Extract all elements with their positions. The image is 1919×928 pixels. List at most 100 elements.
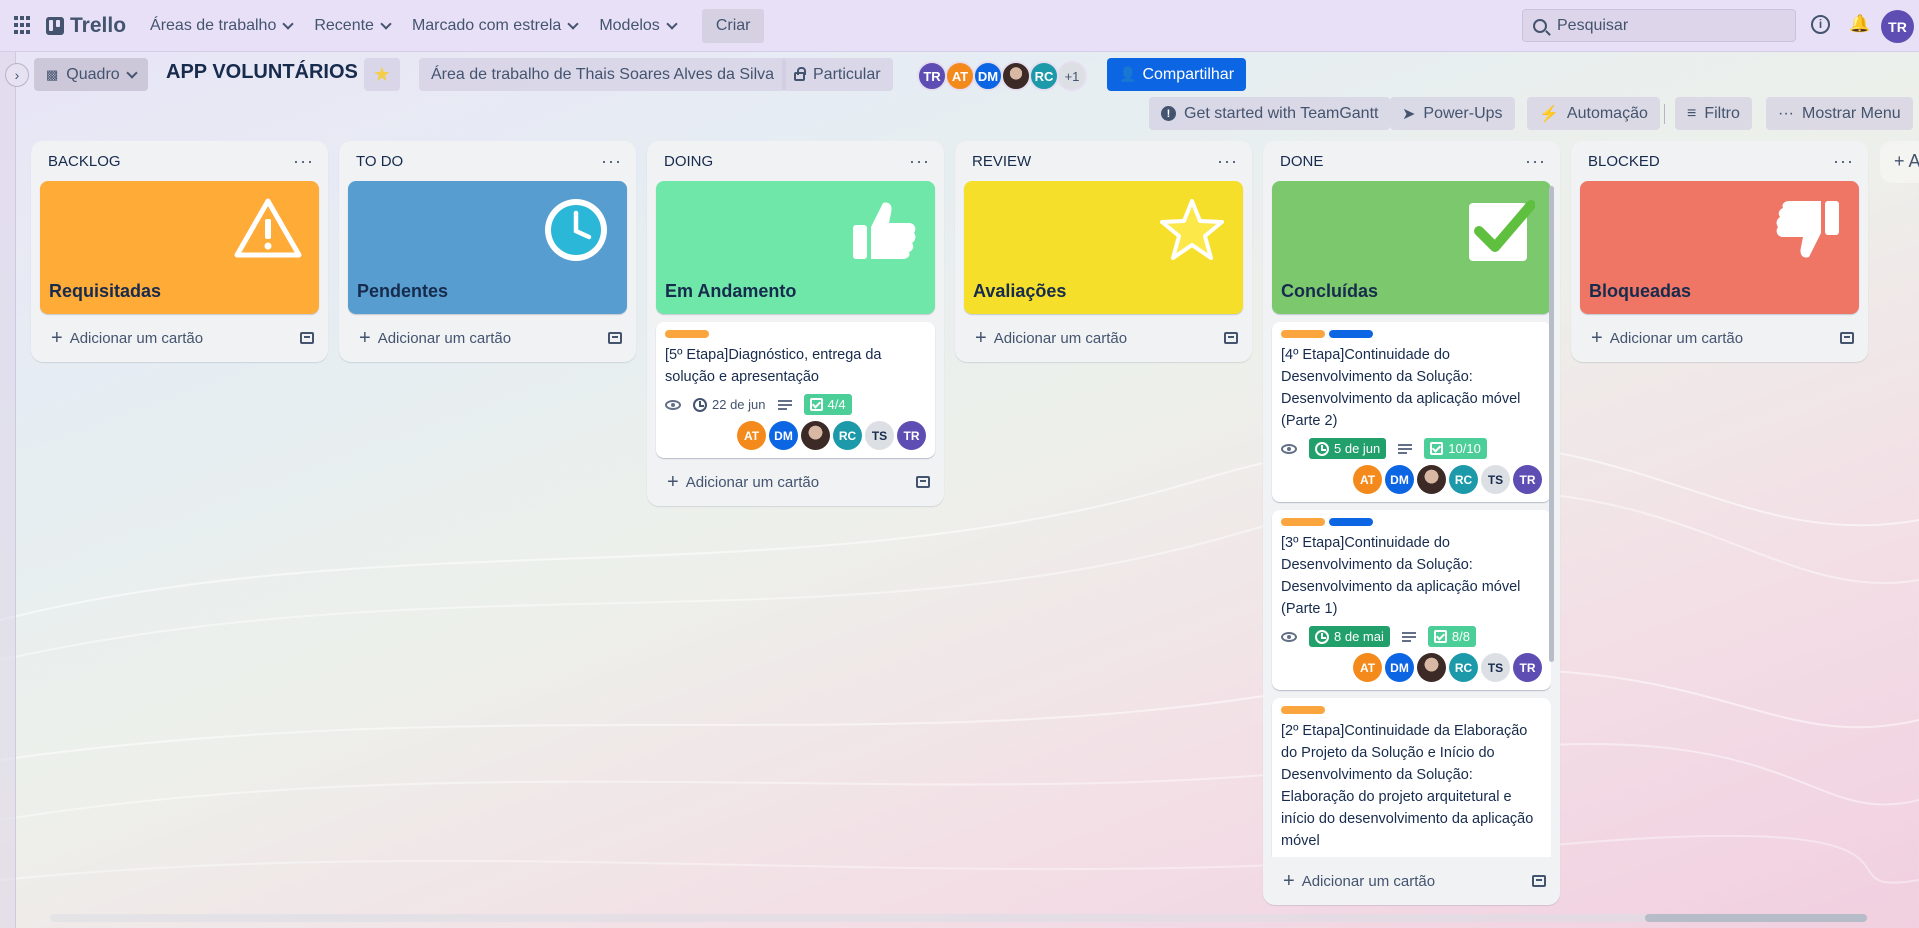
list-menu-icon[interactable]: ··· — [1217, 151, 1238, 172]
member-avatar[interactable]: DM — [1385, 653, 1414, 682]
card-template-icon[interactable] — [1840, 332, 1854, 344]
account-avatar[interactable]: TR — [1881, 10, 1914, 43]
workspace-button[interactable]: Área de trabalho de Thais Soares Alves d… — [419, 58, 787, 91]
task-card[interactable]: [4º Etapa]Continuidade do Desenvolviment… — [1272, 322, 1551, 502]
cover-card[interactable]: Bloqueadas — [1580, 181, 1859, 314]
member-avatar[interactable]: AT — [1353, 465, 1382, 494]
member-avatar[interactable]: RC — [1029, 61, 1059, 91]
card-labels[interactable] — [1281, 518, 1542, 526]
member-avatar[interactable]: TR — [917, 61, 947, 91]
member-avatar[interactable]: DM — [769, 421, 798, 450]
add-card-button[interactable]: + Adicionar um cartão — [955, 314, 1252, 362]
cover-card[interactable]: Pendentes — [348, 181, 627, 314]
cover-card[interactable]: Avaliações — [964, 181, 1243, 314]
add-card-button[interactable]: + Adicionar um cartão — [1263, 857, 1560, 905]
list-menu-icon[interactable]: ··· — [1525, 151, 1546, 172]
star-board-button[interactable]: ★ — [364, 58, 400, 91]
board-members[interactable]: TR AT DM RC +1 — [917, 61, 1087, 91]
visibility-label: Particular — [813, 65, 881, 83]
list-title[interactable]: REVIEW — [972, 153, 1031, 170]
task-card[interactable]: [5º Etapa]Diagnóstico, entrega da soluçã… — [656, 322, 935, 458]
member-avatar[interactable]: TS — [1481, 465, 1510, 494]
card-template-icon[interactable] — [916, 476, 930, 488]
nav-starred-menu[interactable]: Marcado com estrela — [412, 17, 579, 35]
label-orange[interactable] — [665, 330, 709, 338]
due-date-complete-badge[interactable]: 8 de mai — [1309, 626, 1390, 647]
board-title[interactable]: APP VOLUNTÁRIOS — [166, 61, 358, 84]
member-avatar[interactable]: AT — [1353, 653, 1382, 682]
list-title[interactable]: DOING — [664, 153, 713, 170]
list-title[interactable]: BACKLOG — [48, 153, 121, 170]
task-card[interactable]: [2º Etapa]Continuidade da Elaboração do … — [1272, 698, 1551, 857]
nav-recent-menu[interactable]: Recente — [314, 17, 392, 35]
filter-button[interactable]: ≡ Filtro — [1675, 97, 1752, 130]
member-photo-avatar[interactable] — [801, 421, 830, 450]
share-button[interactable]: 👤 Compartilhar — [1107, 58, 1247, 91]
more-members-badge[interactable]: +1 — [1057, 61, 1087, 91]
add-card-button[interactable]: + Adicionar um cartão — [647, 458, 944, 506]
teamgantt-button[interactable]: ! Get started with TeamGantt — [1149, 97, 1391, 130]
search-input[interactable]: Pesquisar — [1522, 9, 1796, 42]
automation-button[interactable]: ⚡ Automação — [1527, 97, 1660, 130]
member-avatar[interactable]: AT — [737, 421, 766, 450]
label-blue[interactable] — [1329, 330, 1373, 338]
notification-bell-icon[interactable]: 🔔 — [1849, 14, 1870, 34]
expand-sidebar-icon[interactable]: › — [5, 63, 29, 87]
cover-card[interactable]: Em Andamento — [656, 181, 935, 314]
member-avatar[interactable]: TS — [865, 421, 894, 450]
member-photo-avatar[interactable] — [1417, 465, 1446, 494]
power-ups-button[interactable]: ➤ Power-Ups — [1390, 97, 1515, 130]
member-avatar[interactable]: RC — [833, 421, 862, 450]
list-title[interactable]: BLOCKED — [1588, 153, 1660, 170]
nav-templates-menu[interactable]: Modelos — [599, 17, 678, 35]
card-labels[interactable] — [1281, 706, 1542, 714]
scrollbar-thumb[interactable] — [1645, 914, 1867, 922]
card-labels[interactable] — [1281, 330, 1542, 338]
info-icon[interactable]: i — [1811, 15, 1830, 34]
cover-card[interactable]: Requisitadas — [40, 181, 319, 314]
nav-workspaces-menu[interactable]: Áreas de trabalho — [150, 17, 295, 35]
add-card-button[interactable]: + Adicionar um cartão — [1571, 314, 1868, 362]
label-blue[interactable] — [1329, 518, 1373, 526]
list-title[interactable]: DONE — [1280, 153, 1323, 170]
card-template-icon[interactable] — [1224, 332, 1238, 344]
label-orange[interactable] — [1281, 518, 1325, 526]
board-view-switcher[interactable]: ▩ Quadro — [34, 58, 148, 91]
member-photo-avatar[interactable] — [1001, 61, 1031, 91]
create-button[interactable]: Criar — [701, 8, 765, 43]
member-avatar[interactable]: TR — [1513, 465, 1542, 494]
card-template-icon[interactable] — [300, 332, 314, 344]
member-avatar[interactable]: TR — [897, 421, 926, 450]
list-menu-icon[interactable]: ··· — [1833, 151, 1854, 172]
member-avatar[interactable]: RC — [1449, 465, 1478, 494]
show-menu-button[interactable]: ··· Mostrar Menu — [1766, 97, 1913, 130]
member-avatar[interactable]: TS — [1481, 653, 1510, 682]
list-cards-scroll-area[interactable]: Concluídas [4º Etapa]Continuidade do Des… — [1263, 181, 1551, 857]
trello-logo[interactable]: Trello — [46, 14, 126, 38]
list-title[interactable]: TO DO — [356, 153, 403, 170]
due-date-badge[interactable]: 22 de jun — [693, 397, 766, 412]
board-horizontal-scrollbar[interactable] — [50, 914, 1867, 922]
member-avatar[interactable]: RC — [1449, 653, 1478, 682]
member-avatar[interactable]: AT — [945, 61, 975, 91]
add-card-button[interactable]: + Adicionar um cartão — [339, 314, 636, 362]
visibility-button[interactable]: Particular — [782, 58, 893, 91]
list-menu-icon[interactable]: ··· — [293, 151, 314, 172]
cover-card[interactable]: Concluídas — [1272, 181, 1551, 314]
due-date-complete-badge[interactable]: 5 de jun — [1309, 438, 1387, 459]
add-card-button[interactable]: + Adicionar um cartão — [31, 314, 328, 362]
task-card[interactable]: [3º Etapa]Continuidade do Desenvolviment… — [1272, 510, 1551, 690]
card-labels[interactable] — [665, 330, 926, 338]
card-template-icon[interactable] — [608, 332, 622, 344]
app-switcher-icon[interactable] — [14, 15, 34, 36]
list-menu-icon[interactable]: ··· — [909, 151, 930, 172]
member-avatar[interactable]: DM — [973, 61, 1003, 91]
label-orange[interactable] — [1281, 330, 1325, 338]
card-template-icon[interactable] — [1532, 875, 1546, 887]
label-orange[interactable] — [1281, 706, 1325, 714]
member-avatar[interactable]: DM — [1385, 465, 1414, 494]
list-scrollbar[interactable] — [1549, 186, 1554, 662]
member-photo-avatar[interactable] — [1417, 653, 1446, 682]
list-menu-icon[interactable]: ··· — [601, 151, 622, 172]
member-avatar[interactable]: TR — [1513, 653, 1542, 682]
